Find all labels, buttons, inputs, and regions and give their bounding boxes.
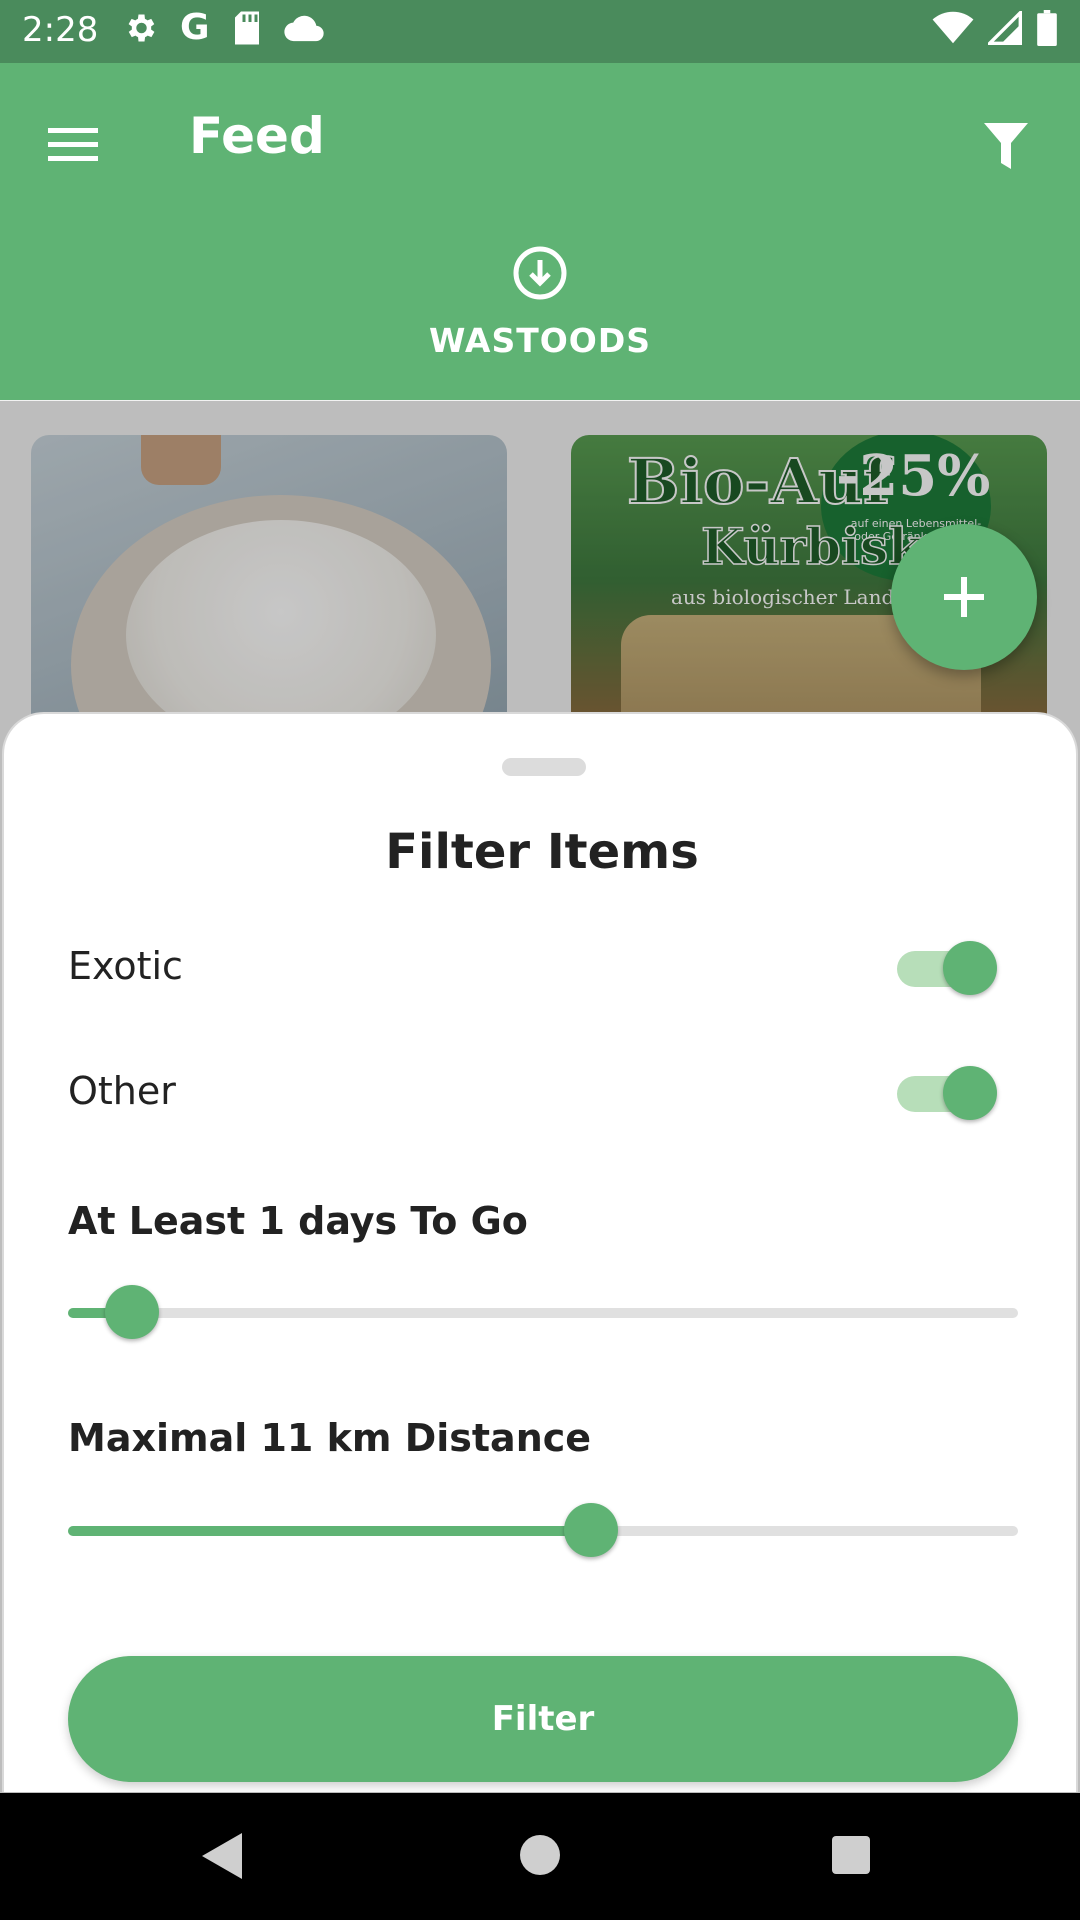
days-to-go-slider[interactable]	[68, 1285, 1018, 1341]
sheet-title: Filter Items	[385, 824, 699, 880]
status-notification-icons: G	[122, 10, 324, 46]
wifi-icon	[932, 11, 974, 44]
page-title: Feed	[189, 107, 325, 165]
download-circle-icon	[513, 246, 567, 300]
settings-icon	[128, 14, 155, 42]
tab-label: WASTOODS	[428, 321, 651, 360]
toggle-label-exotic: Exotic	[68, 944, 183, 988]
switch-thumb	[943, 941, 997, 995]
max-distance-slider[interactable]	[68, 1503, 1018, 1559]
nav-back-icon[interactable]	[202, 1833, 242, 1879]
plus-icon	[944, 577, 984, 617]
status-bar: 2:28 G	[0, 0, 1080, 63]
signal-icon	[988, 11, 1022, 45]
slider-track	[68, 1308, 1018, 1318]
sd-card-icon	[234, 11, 259, 45]
nav-recents-icon[interactable]	[832, 1836, 870, 1874]
toggle-exotic[interactable]	[897, 941, 997, 997]
tab-wastoods[interactable]: WASTOODS	[390, 233, 690, 393]
hamburger-menu-icon	[48, 128, 98, 161]
sheet-drag-handle[interactable]	[502, 758, 586, 776]
filter-toolbar-button[interactable]	[968, 108, 1044, 184]
add-item-fab[interactable]	[891, 524, 1037, 670]
days-slider-label: At Least 1 days To Go	[68, 1199, 528, 1243]
toggle-other[interactable]	[897, 1066, 997, 1122]
battery-icon	[1037, 10, 1057, 46]
cloud-icon	[283, 15, 324, 42]
slider-thumb[interactable]	[104, 1285, 159, 1339]
nav-home-icon[interactable]	[520, 1835, 560, 1875]
status-system-icons	[932, 10, 1058, 46]
filter-bottom-sheet: Filter Items Exotic Other At Least 1 day…	[2, 712, 1078, 1792]
google-icon: G	[180, 7, 210, 48]
status-time: 2:28	[22, 10, 99, 50]
app-bar: Feed WASTOODS	[0, 63, 1080, 464]
toggle-label-other: Other	[68, 1069, 176, 1113]
filter-submit-button[interactable]: Filter	[68, 1656, 1018, 1782]
filter-funnel-icon	[984, 123, 1028, 169]
switch-thumb	[943, 1066, 997, 1120]
system-navigation-bar	[0, 1793, 1080, 1920]
slider-thumb[interactable]	[563, 1503, 618, 1557]
menu-button[interactable]	[36, 113, 110, 177]
distance-slider-label: Maximal 11 km Distance	[68, 1416, 592, 1460]
slider-fill	[68, 1526, 591, 1536]
